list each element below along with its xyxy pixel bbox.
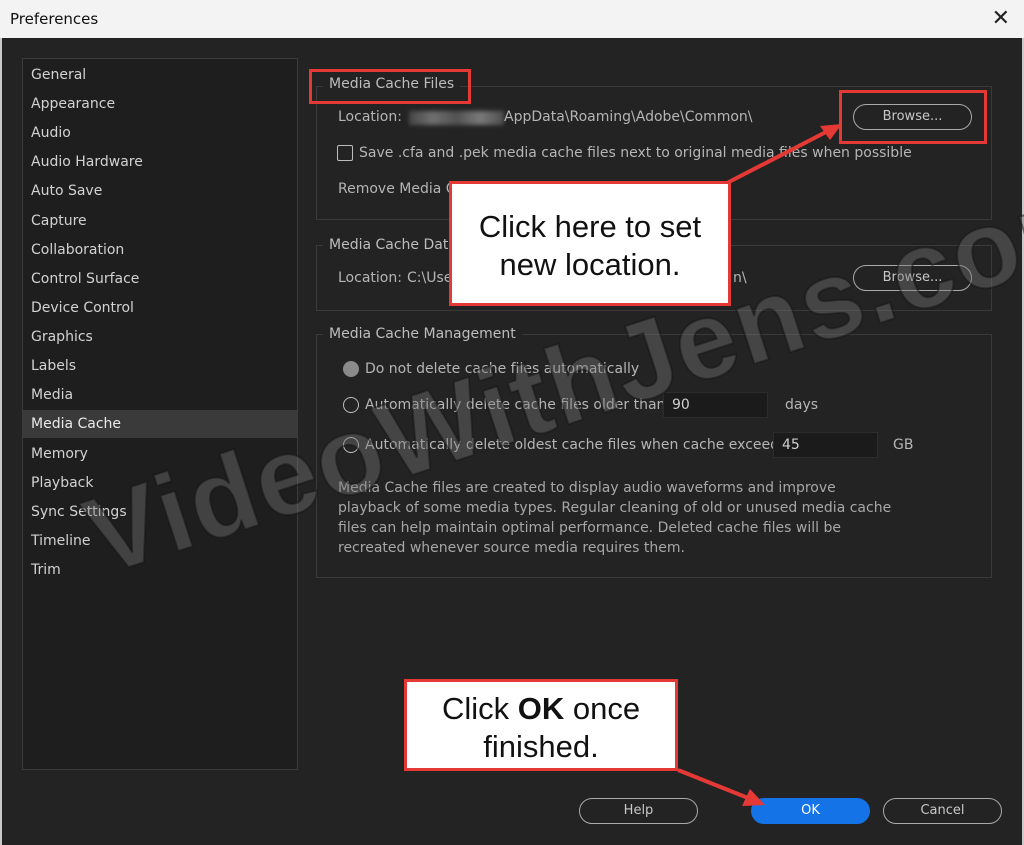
- arrow-to-ok: [677, 768, 749, 800]
- callout-ok-prefix: Click: [441, 691, 518, 726]
- callout-browse-text: Click here to set new location.: [478, 209, 702, 282]
- callout-browse: Click here to set new location.: [449, 181, 731, 306]
- callout-ok: Click OK once finished.: [404, 679, 678, 771]
- callout-ok-bold: OK: [517, 691, 565, 726]
- arrow-to-browse: [724, 130, 827, 186]
